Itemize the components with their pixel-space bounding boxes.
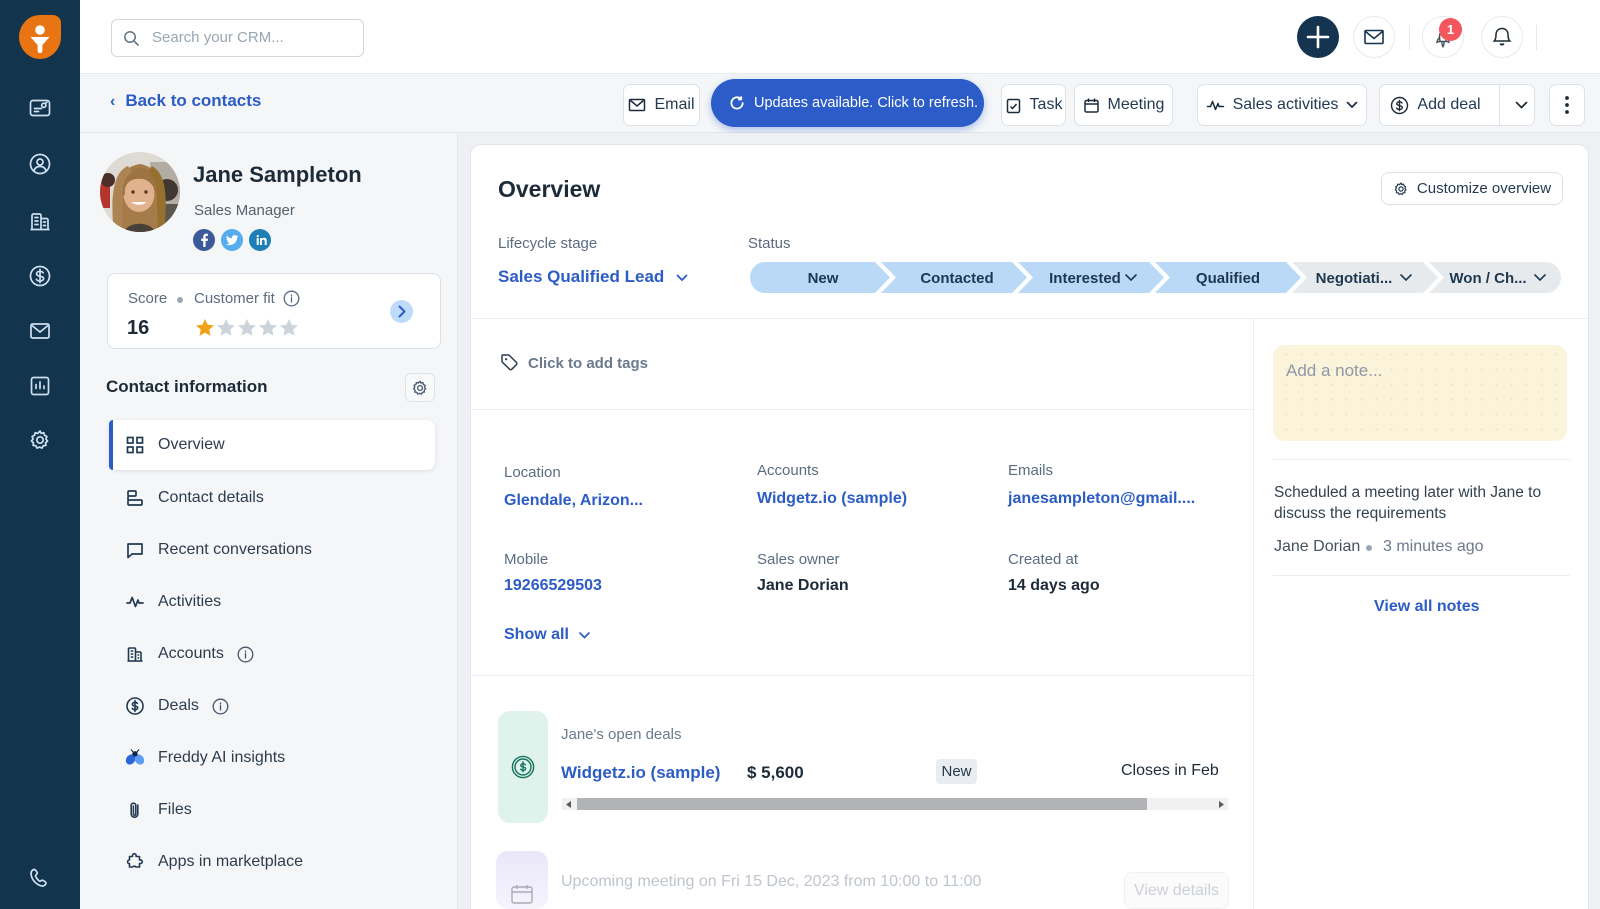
svg-text:Won / Ch...: Won / Ch...	[1449, 270, 1526, 287]
svg-text:New: New	[808, 270, 839, 287]
svg-text:Contacted: Contacted	[920, 270, 993, 287]
svg-text:Qualified: Qualified	[1196, 270, 1260, 287]
svg-text:Negotiati...: Negotiati...	[1316, 270, 1393, 287]
svg-text:Interested: Interested	[1049, 270, 1121, 287]
